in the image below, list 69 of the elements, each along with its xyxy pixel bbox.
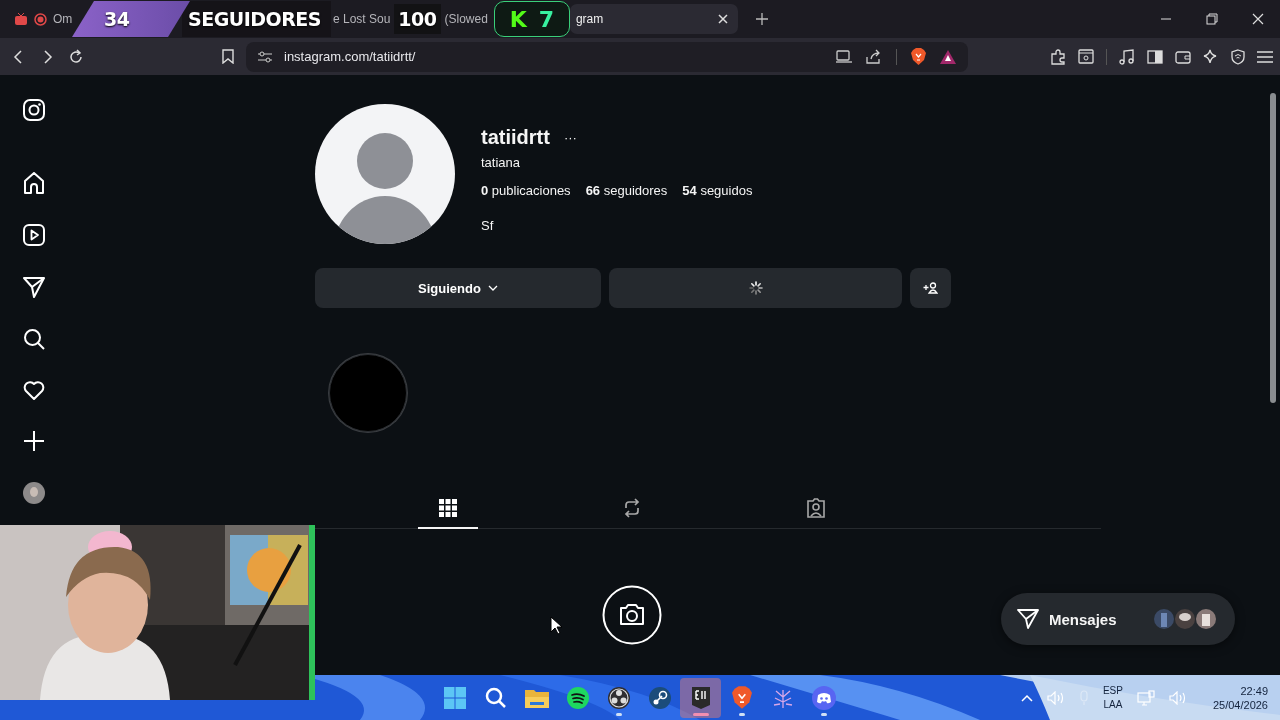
follower-goal: 100 xyxy=(394,4,441,34)
home-icon[interactable] xyxy=(22,172,45,194)
profile-stat[interactable]: 54 seguidos xyxy=(682,183,753,198)
tab-title[interactable]: e Lost Sou xyxy=(333,12,391,26)
follower-label: SEGUIDORES xyxy=(182,1,331,37)
heart-icon[interactable] xyxy=(22,380,45,400)
triangle-icon[interactable] xyxy=(940,49,956,64)
loading-spinner-icon xyxy=(748,281,763,295)
lion-shield-icon xyxy=(731,686,752,709)
kick-badge: K 7 xyxy=(493,1,570,37)
repost-icon xyxy=(623,498,641,518)
profile-stat[interactable]: 66 seguidores xyxy=(585,183,668,198)
url-text: instagram.com/tatiidrtt/ xyxy=(284,49,416,64)
add-person-button[interactable] xyxy=(910,268,951,308)
tab-title[interactable]: Om xyxy=(53,12,73,26)
username: tatiidrtt xyxy=(481,126,550,149)
share-icon[interactable] xyxy=(866,49,882,64)
sidebar-icon[interactable] xyxy=(1147,49,1163,64)
paper-plane-icon xyxy=(1017,609,1039,629)
more-options[interactable]: ··· xyxy=(563,130,577,145)
close-icon[interactable] xyxy=(717,14,728,24)
address-bar[interactable]: instagram.com/tatiidrtt/ xyxy=(246,41,968,72)
clock[interactable]: 22:49 25/04/2026 xyxy=(1212,683,1268,712)
spotify-icon xyxy=(566,686,589,709)
grid-icon xyxy=(439,499,457,517)
site-settings-icon[interactable] xyxy=(258,50,272,63)
recording-icon xyxy=(34,12,47,26)
language-indicator[interactable]: ESP LAA xyxy=(1102,683,1123,712)
tagged-person-icon xyxy=(806,498,826,518)
sparkle-icon[interactable] xyxy=(1203,48,1219,65)
search-icon[interactable] xyxy=(22,328,45,350)
profile-stat[interactable]: 0 publicaciones xyxy=(481,183,571,198)
restore-icon[interactable] xyxy=(1206,13,1218,25)
follower-count-banner: 34 xyxy=(72,1,190,37)
full-name: tatiana xyxy=(481,155,522,170)
search-icon xyxy=(484,686,507,709)
music-icon[interactable] xyxy=(1119,48,1135,65)
paper-plane-icon[interactable] xyxy=(22,276,45,298)
contact-avatars-icon xyxy=(1153,608,1217,630)
following-button[interactable]: Siguiendo xyxy=(315,268,601,308)
install-icon[interactable] xyxy=(836,49,852,64)
new-tab-icon[interactable] xyxy=(755,13,768,25)
bookmark-icon[interactable] xyxy=(222,49,234,64)
obs-icon xyxy=(607,686,630,709)
lion-shield-icon[interactable] xyxy=(911,48,926,65)
messages-button[interactable]: Mensajes xyxy=(1001,593,1235,645)
chevron-up-icon[interactable] xyxy=(1020,693,1033,702)
menu-icon[interactable] xyxy=(1257,49,1273,64)
profile-avatar-icon[interactable] xyxy=(22,482,45,504)
steam-icon xyxy=(648,686,671,709)
close-icon[interactable] xyxy=(1252,13,1264,25)
camera-logo-icon[interactable] xyxy=(22,99,45,121)
wallet-icon[interactable] xyxy=(1175,49,1191,64)
discord-icon xyxy=(811,685,836,710)
tab-search-icon[interactable] xyxy=(1078,49,1094,64)
chevron-icon xyxy=(487,285,498,291)
bio-text: Sf xyxy=(481,218,495,233)
browser-tab[interactable]: gram xyxy=(569,4,738,34)
camera-icon[interactable] xyxy=(602,585,662,645)
reload-icon[interactable] xyxy=(68,48,84,65)
add-person-icon xyxy=(923,282,938,294)
play-icon[interactable] xyxy=(22,224,45,246)
tab-title[interactable]: (Slowed xyxy=(444,12,488,26)
mouse-cursor-icon xyxy=(550,616,563,635)
extensions-icon[interactable] xyxy=(1050,48,1066,65)
windows-logo-icon xyxy=(443,686,466,709)
shield-icon[interactable] xyxy=(1231,48,1245,65)
plus-icon[interactable] xyxy=(22,430,45,452)
taskbar-app[interactable] xyxy=(680,677,721,718)
